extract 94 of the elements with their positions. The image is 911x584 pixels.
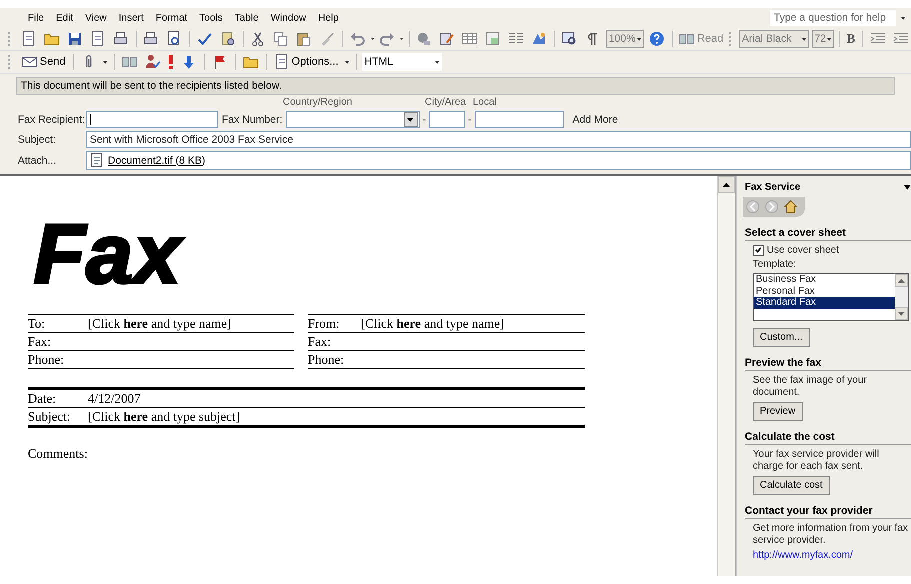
options-icon	[274, 54, 290, 70]
template-list[interactable]: Business Fax Personal Fax Standard Fax	[753, 273, 909, 321]
format-dropdown[interactable]: HTML	[362, 53, 442, 71]
section-heading: Preview the fax	[745, 357, 911, 371]
dropdown-arrow-icon[interactable]	[904, 184, 911, 190]
field-value[interactable]: [Click here and type subject]	[88, 408, 240, 424]
field-label: Fax Recipient:	[18, 114, 86, 126]
city-area-field[interactable]	[429, 111, 466, 128]
field-label: From:	[308, 316, 341, 332]
attachment-link[interactable]: Document2.tif (8 KB)	[108, 154, 206, 166]
column-caption: Country/Region	[283, 97, 354, 108]
action-button[interactable]: Preview	[753, 402, 803, 421]
field-label: Subject:	[28, 408, 72, 424]
help-icon	[648, 31, 665, 47]
list-item[interactable]: Business Fax	[754, 274, 895, 286]
scroll-up-icon[interactable]	[723, 182, 730, 186]
field-value[interactable]: [Click here and type name]	[361, 316, 504, 332]
check-names-icon	[144, 54, 161, 70]
menu-item[interactable]: Table	[228, 10, 265, 26]
section-heading: Contact your fax provider	[745, 505, 911, 519]
column-caption: City/Area	[425, 97, 468, 108]
separator-dash: -	[422, 114, 426, 126]
field-label: Comments:	[28, 446, 88, 462]
send-button[interactable]: Send	[20, 52, 68, 72]
scrollbar[interactable]	[717, 176, 736, 576]
menu-item[interactable]: File	[22, 10, 50, 26]
help-search-field[interactable]: Type a question for help	[770, 10, 896, 26]
list-item[interactable]: Standard Fax	[754, 297, 895, 308]
save-icon	[66, 31, 83, 47]
menu-item[interactable]: Window	[264, 10, 312, 26]
field-label: Template:	[753, 259, 796, 270]
local-number-field[interactable]	[474, 111, 564, 128]
high-importance-icon	[168, 55, 174, 69]
website-link[interactable]: http://www.myfax.com/	[753, 550, 854, 561]
field-label: Date:	[28, 390, 58, 406]
section-heading: Calculate the cost	[745, 431, 911, 445]
field-label: Phone:	[308, 352, 346, 368]
copy-icon	[273, 31, 290, 47]
checkbox[interactable]	[753, 245, 764, 256]
column-caption: Local	[473, 97, 497, 108]
menu-item[interactable]: Format	[150, 10, 194, 26]
action-button[interactable]: Calculate cost	[753, 476, 830, 495]
scroll-down-icon[interactable]	[898, 312, 905, 316]
field-label: Fax:	[28, 334, 52, 350]
tables-borders-icon	[439, 31, 456, 47]
info-bar: This document will be sent to the recipients listed below.	[16, 77, 895, 95]
description-text: Your fax service provider will charge for each fax sent.	[753, 449, 880, 473]
paste-icon	[296, 31, 312, 47]
spelling-icon	[196, 31, 213, 47]
document-map-icon	[562, 31, 578, 47]
options-button[interactable]: Options...	[272, 52, 341, 72]
undo-icon	[350, 31, 366, 47]
home-icon[interactable]	[783, 199, 799, 215]
recipient-field[interactable]	[86, 111, 218, 128]
custom-button[interactable]: Custom...	[753, 328, 810, 347]
fax-title: Fax	[34, 214, 182, 294]
zoom-dropdown[interactable]: 100%	[606, 30, 644, 48]
field-label: Fax:	[308, 334, 332, 350]
menu-item[interactable]: Help	[312, 10, 345, 26]
field-value[interactable]: 4/12/2007	[88, 390, 141, 406]
insert-table-icon	[462, 31, 478, 47]
menu-item[interactable]: View	[79, 10, 113, 26]
font-size-dropdown[interactable]: 72	[812, 30, 834, 48]
subject-field[interactable]: Sent with Microsoft Office 2003 Fax Service	[86, 131, 911, 148]
field-label: To:	[28, 316, 46, 332]
description-text: See the fax image of your document.	[753, 375, 868, 399]
list-item[interactable]: Personal Fax	[754, 286, 895, 297]
redo-icon	[379, 31, 396, 47]
pane-title: Fax Service	[745, 182, 801, 192]
drawing-icon	[531, 31, 548, 47]
attach-button[interactable]: Attach...	[18, 154, 86, 166]
checkbox-label: Use cover sheet	[767, 245, 840, 256]
section-heading: Select a cover sheet	[745, 227, 911, 241]
font-dropdown[interactable]: Arial Black	[739, 30, 809, 48]
menu-item[interactable]: Edit	[50, 10, 80, 26]
add-more-button[interactable]: Add More	[572, 114, 618, 126]
menu-item[interactable]: Insert	[112, 10, 150, 26]
print-icon	[143, 31, 160, 47]
bold-button[interactable]: B	[844, 29, 858, 49]
insert-sheet-icon	[485, 31, 502, 47]
field-value[interactable]: [Click here and type name]	[88, 316, 232, 332]
dropdown-arrow-icon	[407, 118, 414, 122]
cut-icon	[250, 31, 266, 47]
research-icon	[220, 31, 236, 47]
field-label: Fax Number:	[222, 114, 283, 126]
text-cursor	[90, 114, 91, 125]
description-text: Get more information from your fax service provider.	[753, 523, 910, 547]
new-icon	[20, 31, 37, 47]
field-label: Phone:	[28, 352, 66, 368]
menu-item[interactable]: Tools	[194, 10, 229, 26]
country-dropdown[interactable]	[286, 111, 420, 128]
field-label: Subject:	[18, 134, 57, 146]
separator-dash: -	[468, 114, 472, 126]
print-preview-icon	[166, 31, 182, 47]
